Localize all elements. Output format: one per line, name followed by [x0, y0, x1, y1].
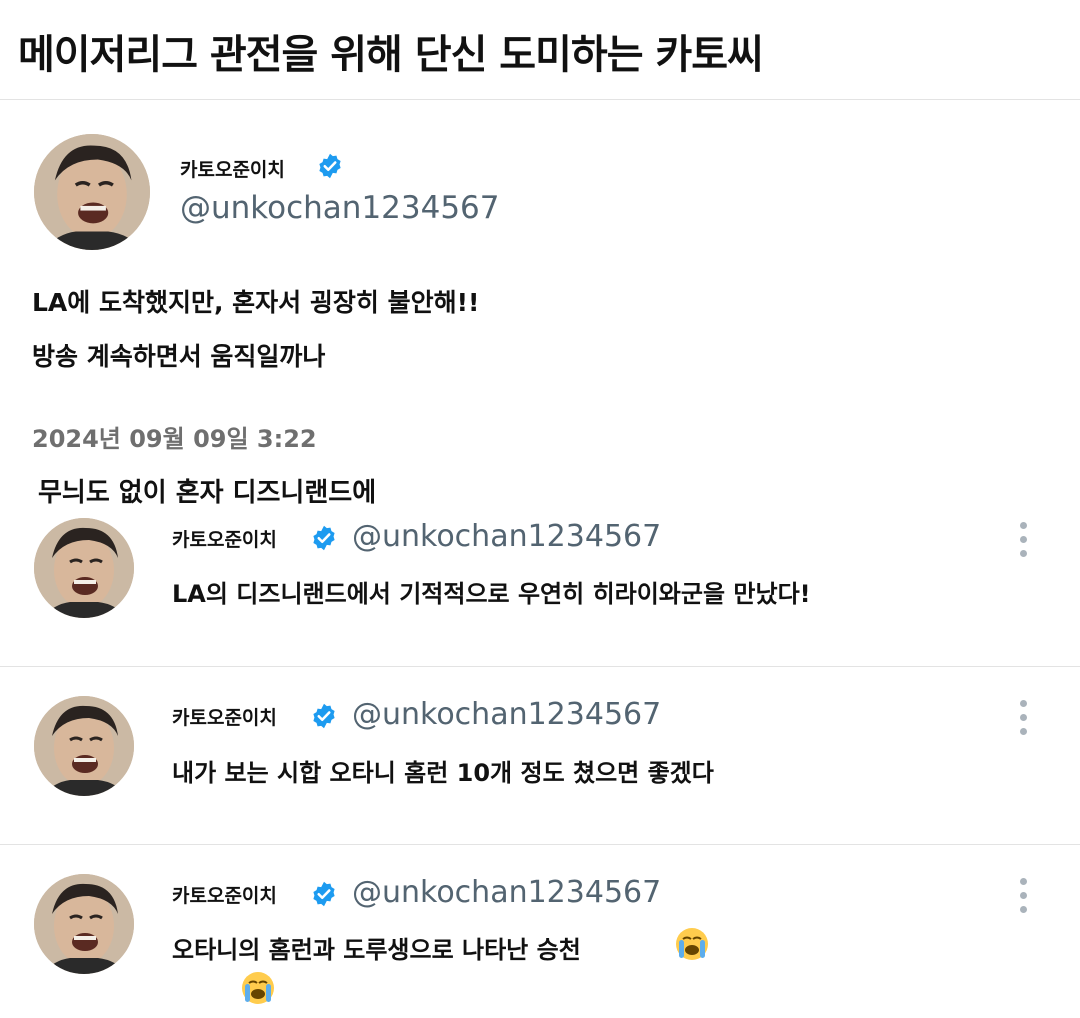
loudly-crying-face-icon — [676, 928, 708, 960]
handle[interactable]: @unkochan1234567 — [180, 190, 500, 226]
avatar-face-icon — [34, 518, 134, 618]
page-title: 메이저리그 관전을 위해 단신 도미하는 카토씨 — [18, 32, 764, 78]
avatar-face-icon — [34, 874, 134, 974]
avatar-face-icon — [34, 696, 134, 796]
display-name[interactable]: 카토오준이치 — [180, 155, 285, 182]
caption: 무늬도 없이 혼자 디즈니랜드에 — [38, 478, 377, 508]
more-vertical-icon[interactable] — [1017, 876, 1031, 916]
title-divider — [0, 99, 1080, 100]
avatar[interactable] — [34, 518, 134, 618]
reply-divider — [0, 844, 1080, 845]
tweet-text: 오타니의 홈런과 도루생으로 나타난 승천 — [172, 936, 581, 964]
avatar-face-icon — [34, 134, 150, 250]
more-vertical-icon[interactable] — [1017, 698, 1031, 738]
tweet-text: LA의 디즈니랜드에서 기적적으로 우연히 히라이와군을 만났다! — [172, 580, 811, 608]
tweet-text: 내가 보는 시합 오타니 홈런 10개 정도 쳤으면 좋겠다 — [172, 759, 714, 787]
avatar[interactable] — [34, 134, 150, 250]
display-name[interactable]: 카토오준이치 — [172, 881, 277, 908]
loudly-crying-face-icon — [242, 972, 274, 1004]
avatar[interactable] — [34, 874, 134, 974]
verified-badge-icon — [313, 525, 335, 551]
display-name[interactable]: 카토오준이치 — [172, 525, 277, 552]
handle[interactable]: @unkochan1234567 — [352, 519, 661, 554]
display-name[interactable]: 카토오준이치 — [172, 703, 277, 730]
verified-badge-icon — [313, 703, 335, 729]
more-vertical-icon[interactable] — [1017, 520, 1031, 560]
timestamp[interactable]: 2024년 09월 09일 3:22 — [32, 419, 317, 454]
tweet-text-line-1: LA에 도착했지만, 혼자서 굉장히 불안해!! — [32, 288, 480, 317]
avatar[interactable] — [34, 696, 134, 796]
handle[interactable]: @unkochan1234567 — [352, 697, 661, 732]
tweet-text-line-2: 방송 계속하면서 움직일까나 — [32, 342, 326, 371]
verified-badge-icon — [313, 881, 335, 907]
handle[interactable]: @unkochan1234567 — [352, 875, 661, 910]
verified-badge-icon — [319, 153, 341, 179]
reply-divider — [0, 666, 1080, 667]
